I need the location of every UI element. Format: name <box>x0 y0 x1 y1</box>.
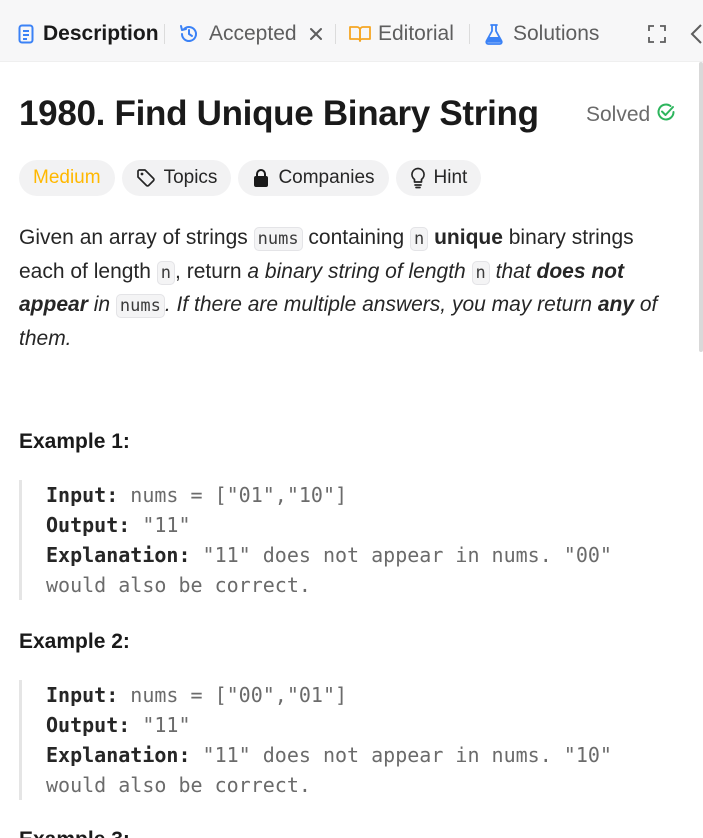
explanation-value: "11" does not appear in nums. "10" <box>202 743 612 767</box>
expand-icon[interactable] <box>648 25 666 48</box>
explanation-label: Explanation: <box>46 743 191 767</box>
example-title: Example 2: <box>19 630 130 653</box>
output-label: Output: <box>46 713 131 737</box>
tab-description-label: Description <box>43 22 159 45</box>
tab-divider <box>469 24 470 44</box>
difficulty-badge: Medium <box>19 160 115 196</box>
page-title: 1980. Find Unique Binary String <box>19 94 539 133</box>
example-output-line: Output: "11" <box>46 510 659 540</box>
example-title: Example 1: <box>19 430 130 453</box>
companies-button[interactable]: Companies <box>238 160 389 196</box>
statement-bold-italic: any <box>597 293 635 316</box>
hint-button[interactable]: Hint <box>395 160 482 196</box>
solved-label: Solved <box>586 103 651 126</box>
input-value: nums = ["00","01"] <box>130 683 348 707</box>
difficulty-label: Medium <box>33 167 101 188</box>
statement-text: containing <box>302 226 410 249</box>
example-output-line: Output: "11" <box>46 710 659 740</box>
tab-divider <box>335 24 336 44</box>
statement-italic: in <box>87 293 116 316</box>
input-value: nums = ["01","10"] <box>130 483 348 507</box>
output-label: Output: <box>46 513 131 537</box>
check-circle-icon <box>650 102 676 128</box>
tab-accepted-label: Accepted <box>209 22 297 45</box>
tab-description[interactable]: Description <box>18 18 159 50</box>
book-icon <box>348 24 372 44</box>
close-icon[interactable] <box>309 27 323 41</box>
tag-icon <box>136 168 156 188</box>
example-block: Input: nums = ["01","10"] Output: "11" E… <box>19 480 659 600</box>
explanation-value: "11" does not appear in nums. "00" <box>202 543 612 567</box>
chevron-left-icon[interactable] <box>689 23 703 50</box>
output-value: "11" <box>142 713 191 737</box>
statement-italic: . If there are multiple answers, you may… <box>164 293 598 316</box>
tab-accepted[interactable]: Accepted <box>178 18 323 50</box>
statement-italic: a binary string of length <box>247 259 472 283</box>
example-block: Input: nums = ["00","01"] Output: "11" E… <box>19 680 659 800</box>
statement-text: Given an array of strings <box>19 226 254 249</box>
tag-chips: Medium Topics Companies Hint <box>19 160 482 196</box>
explanation-label: Explanation: <box>46 543 191 567</box>
topics-button[interactable]: Topics <box>121 160 232 196</box>
input-label: Input: <box>46 683 119 707</box>
flask-icon <box>484 23 504 45</box>
tab-bar: Description Accepted Editorial Solutions <box>0 0 703 62</box>
lightbulb-icon <box>410 167 426 189</box>
problem-description-panel: 1980. Find Unique Binary String Solved M… <box>0 62 703 838</box>
history-icon <box>178 23 200 45</box>
example-explanation-line: Explanation: "11" does not appear in num… <box>46 540 659 570</box>
tab-solutions-label: Solutions <box>513 22 600 45</box>
example-input-line: Input: nums = ["00","01"] <box>46 680 659 710</box>
example-explanation-cont: would also be correct. <box>46 773 311 797</box>
inline-code: nums <box>253 227 303 251</box>
hint-label: Hint <box>433 167 468 188</box>
tab-editorial-label: Editorial <box>378 22 454 45</box>
solved-status: Solved <box>586 102 676 128</box>
statement-italic: that <box>489 259 537 283</box>
statement-text: , return <box>175 259 248 283</box>
example-explanation-cont: would also be correct. <box>46 573 311 597</box>
example-input-line: Input: nums = ["01","10"] <box>46 480 659 510</box>
input-label: Input: <box>46 483 119 507</box>
inline-code: nums <box>115 294 165 318</box>
companies-label: Companies <box>278 167 375 188</box>
inline-code: n <box>156 260 176 285</box>
document-icon <box>18 24 34 44</box>
tab-editorial[interactable]: Editorial <box>348 18 454 50</box>
topics-label: Topics <box>163 167 218 188</box>
inline-code: n <box>471 260 490 285</box>
inline-code: n <box>409 227 429 251</box>
tab-divider <box>164 24 165 44</box>
tab-solutions[interactable]: Solutions <box>484 18 599 50</box>
output-value: "11" <box>142 513 191 537</box>
problem-statement: Given an array of strings nums containin… <box>19 222 669 354</box>
example-title: Example 3: <box>19 828 130 838</box>
statement-bold: unique <box>434 226 503 249</box>
lock-icon <box>252 168 270 188</box>
example-explanation-line: Explanation: "11" does not appear in num… <box>46 740 659 770</box>
